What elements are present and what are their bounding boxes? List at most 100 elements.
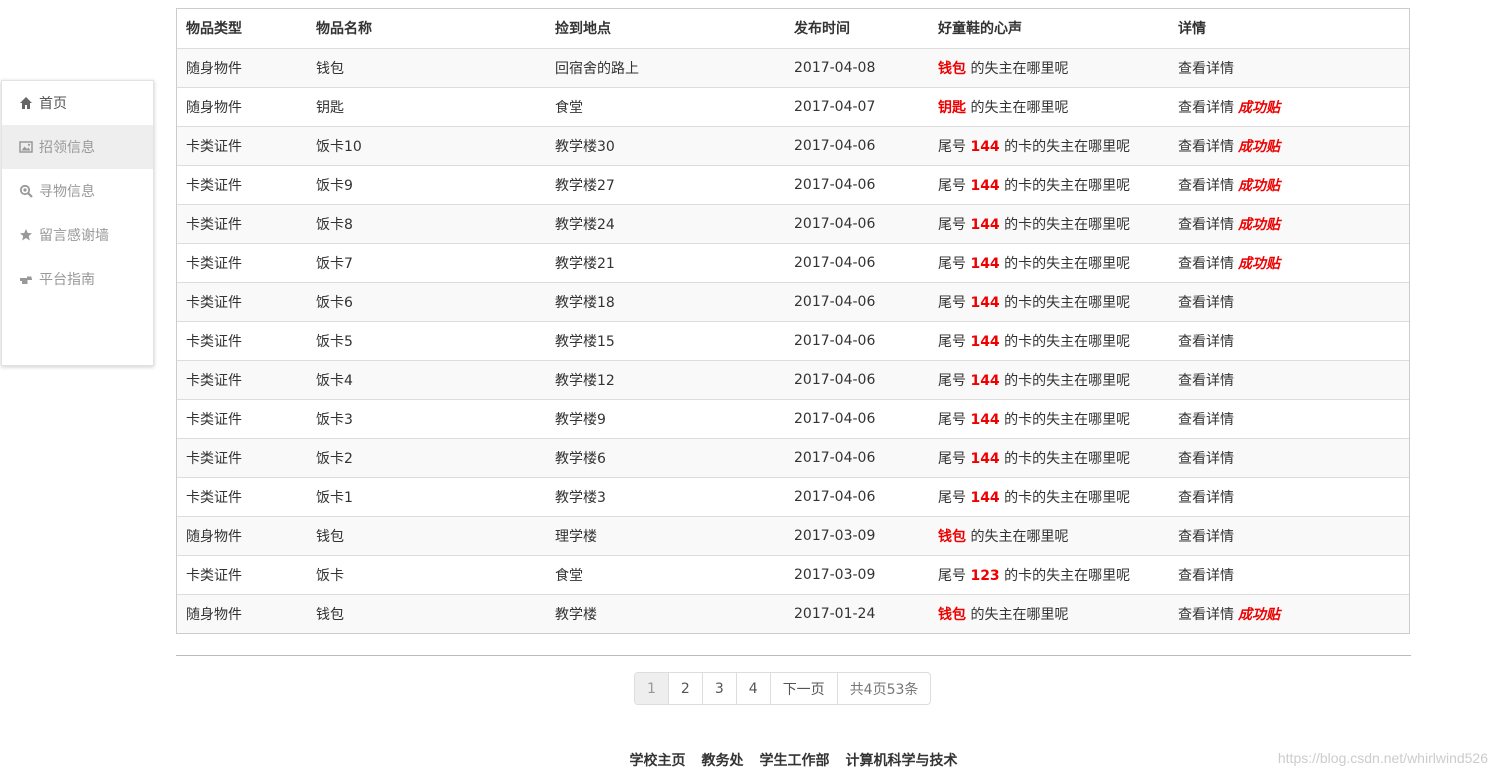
cell-item-name: 饭卡10 — [307, 125, 546, 165]
voice-suffix: 的卡的失主在哪里呢 — [999, 411, 1131, 428]
sidebar-item-thanks-wall[interactable]: 留言感谢墙 — [2, 213, 153, 257]
view-detail-link[interactable]: 查看详情 — [1178, 295, 1234, 311]
cell-detail: 查看详情 — [1169, 398, 1409, 438]
cell-publish-date: 2017-04-06 — [785, 359, 929, 399]
cell-voice: 钱包 的失主在哪里呢 — [929, 515, 1169, 555]
footer-link-computer-science[interactable]: 计算机科学与技术 — [846, 750, 958, 770]
footer-link-student-affairs[interactable]: 学生工作部 — [760, 750, 830, 770]
pagination-summary: 共4页53条 — [836, 673, 931, 704]
voice-suffix: 的卡的失主在哪里呢 — [999, 138, 1131, 155]
cell-voice: 尾号 123 的卡的失主在哪里呢 — [929, 554, 1169, 594]
cell-voice: 尾号 144 的卡的失主在哪里呢 — [929, 398, 1169, 438]
cell-voice: 钱包 的失主在哪里呢 — [929, 47, 1169, 87]
sidebar-nav: 首页 招领信息 寻物信息 留言感谢墙 平台指南 — [1, 80, 154, 366]
table-row: 随身物件 钱包 回宿舍的路上 2017-04-08 钱包 的失主在哪里呢 查看详情 — [177, 47, 1409, 87]
cell-found-place: 教学楼30 — [546, 125, 785, 165]
cell-publish-date: 2017-04-06 — [785, 476, 929, 516]
cell-found-place: 回宿舍的路上 — [546, 47, 785, 87]
view-detail-link[interactable]: 查看详情 — [1178, 568, 1234, 584]
footer-links: 学校主页 教务处 学生工作部 计算机科学与技术 — [0, 750, 1496, 770]
next-page-button[interactable]: 下一页 — [769, 673, 837, 704]
cell-item-name: 饭卡1 — [307, 476, 546, 516]
view-detail-link[interactable]: 查看详情 — [1178, 412, 1234, 428]
view-detail-link[interactable]: 查看详情 — [1178, 607, 1234, 623]
view-detail-link[interactable]: 查看详情 — [1178, 217, 1234, 233]
cell-publish-date: 2017-04-08 — [785, 47, 929, 87]
sidebar-item-label: 留言感谢墙 — [39, 228, 109, 244]
view-detail-link[interactable]: 查看详情 — [1178, 178, 1234, 194]
view-detail-link[interactable]: 查看详情 — [1178, 256, 1234, 272]
table-row: 卡类证件 饭卡7 教学楼21 2017-04-06 尾号 144 的卡的失主在哪里呢 查看… — [177, 242, 1409, 282]
column-header: 物品类型 — [177, 9, 307, 49]
sidebar-item-label: 招领信息 — [39, 140, 95, 156]
hand-pointing-icon — [20, 276, 32, 284]
success-badge: 成功贴 — [1238, 177, 1280, 194]
success-badge: 成功贴 — [1238, 606, 1280, 623]
page-button-1[interactable]: 1 — [635, 673, 668, 704]
sidebar-item-lost-info[interactable]: 寻物信息 — [2, 169, 153, 213]
success-badge: 成功贴 — [1238, 255, 1280, 272]
cell-publish-date: 2017-04-06 — [785, 164, 929, 204]
sidebar-item-home[interactable]: 首页 — [2, 81, 153, 125]
cell-item-name: 饭卡3 — [307, 398, 546, 438]
view-detail-link[interactable]: 查看详情 — [1178, 139, 1234, 155]
star-icon — [20, 229, 32, 241]
cell-publish-date: 2017-04-07 — [785, 86, 929, 126]
voice-highlight: 钱包 — [938, 528, 966, 545]
sidebar-item-label: 寻物信息 — [39, 184, 95, 200]
voice-highlight: 钥匙 — [938, 99, 966, 116]
cell-item-type: 卡类证件 — [177, 242, 307, 282]
sidebar-item-found-info[interactable]: 招领信息 — [2, 125, 153, 169]
sidebar-item-guide[interactable]: 平台指南 — [2, 257, 153, 301]
sidebar-item-label: 首页 — [39, 96, 67, 112]
success-badge: 成功贴 — [1238, 216, 1280, 233]
cell-item-name: 饭卡2 — [307, 437, 546, 477]
cell-item-type: 卡类证件 — [177, 398, 307, 438]
voice-highlight: 144 — [970, 450, 1000, 467]
voice-suffix: 的卡的失主在哪里呢 — [999, 255, 1131, 272]
view-detail-link[interactable]: 查看详情 — [1178, 334, 1234, 350]
column-header: 好童鞋的心声 — [929, 9, 1169, 49]
voice-prefix: 尾号 — [938, 450, 971, 467]
cell-found-place: 教学楼9 — [546, 398, 785, 438]
view-detail-link[interactable]: 查看详情 — [1178, 529, 1234, 545]
cell-detail: 查看详情 成功贴 — [1169, 164, 1409, 204]
view-detail-link[interactable]: 查看详情 — [1178, 373, 1234, 389]
cell-publish-date: 2017-04-06 — [785, 398, 929, 438]
footer-link-academic-affairs[interactable]: 教务处 — [702, 750, 744, 770]
cell-item-name: 饭卡 — [307, 554, 546, 594]
page-button-4[interactable]: 4 — [735, 673, 770, 704]
footer-link-school-home[interactable]: 学校主页 — [630, 750, 686, 770]
view-detail-link[interactable]: 查看详情 — [1178, 451, 1234, 467]
cell-publish-date: 2017-01-24 — [785, 593, 929, 633]
cell-item-name: 饭卡8 — [307, 203, 546, 243]
cell-found-place: 食堂 — [546, 86, 785, 126]
cell-item-type: 卡类证件 — [177, 164, 307, 204]
cell-found-place: 教学楼 — [546, 593, 785, 633]
voice-suffix: 的失主在哪里呢 — [966, 99, 1069, 116]
cell-publish-date: 2017-04-06 — [785, 242, 929, 282]
table-row: 卡类证件 饭卡8 教学楼24 2017-04-06 尾号 144 的卡的失主在哪里呢 查看… — [177, 203, 1409, 243]
cell-voice: 钱包 的失主在哪里呢 — [929, 593, 1169, 633]
view-detail-link[interactable]: 查看详情 — [1178, 61, 1234, 77]
cell-voice: 尾号 144 的卡的失主在哪里呢 — [929, 476, 1169, 516]
cell-publish-date: 2017-04-06 — [785, 320, 929, 360]
cell-item-type: 卡类证件 — [177, 281, 307, 321]
table-row: 卡类证件 饭卡5 教学楼15 2017-04-06 尾号 144 的卡的失主在哪里呢 查看… — [177, 320, 1409, 360]
success-badge: 成功贴 — [1238, 138, 1280, 155]
cell-item-name: 饭卡4 — [307, 359, 546, 399]
view-detail-link[interactable]: 查看详情 — [1178, 100, 1234, 116]
voice-highlight: 144 — [970, 177, 1000, 194]
page-button-2[interactable]: 2 — [667, 673, 702, 704]
table-row: 卡类证件 饭卡3 教学楼9 2017-04-06 尾号 144 的卡的失主在哪里呢 查看详… — [177, 398, 1409, 438]
lost-items-table: 物品类型 物品名称 捡到地点 发布时间 好童鞋的心声 详情 随身物件 钱包 回宿舍的… — [176, 8, 1410, 634]
cell-item-type: 卡类证件 — [177, 203, 307, 243]
voice-suffix: 的卡的失主在哪里呢 — [999, 489, 1131, 506]
view-detail-link[interactable]: 查看详情 — [1178, 490, 1234, 506]
cell-item-type: 卡类证件 — [177, 476, 307, 516]
page-button-3[interactable]: 3 — [701, 673, 736, 704]
table-row: 卡类证件 饭卡4 教学楼12 2017-04-06 尾号 144 的卡的失主在哪里呢 查看… — [177, 359, 1409, 399]
success-badge: 成功贴 — [1238, 99, 1280, 116]
table-row: 卡类证件 饭卡2 教学楼6 2017-04-06 尾号 144 的卡的失主在哪里呢 查看详… — [177, 437, 1409, 477]
voice-prefix: 尾号 — [938, 255, 971, 272]
